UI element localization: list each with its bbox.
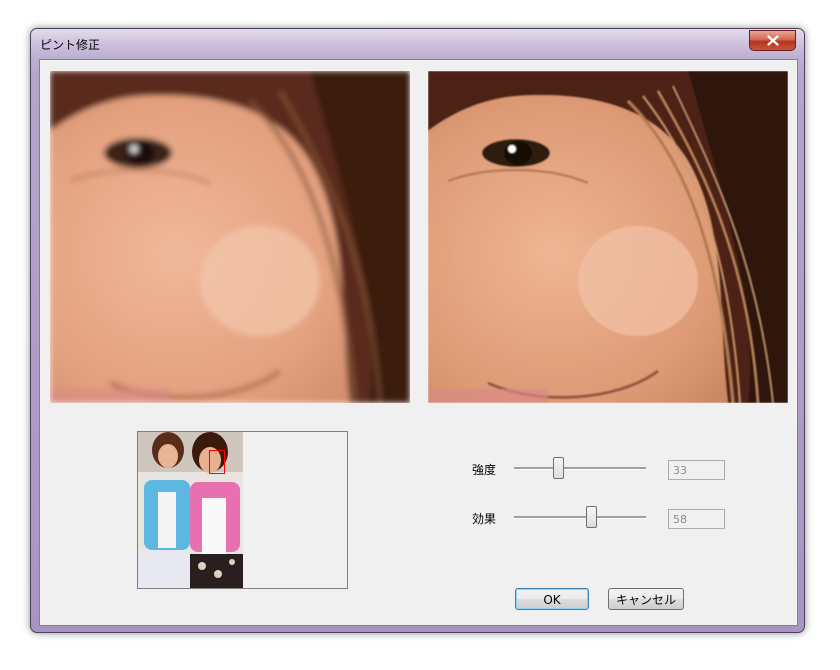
effect-slider-thumb[interactable]: [585, 506, 597, 528]
strength-slider-thumb[interactable]: [552, 457, 564, 479]
title-bar[interactable]: ピント修正: [31, 29, 804, 59]
effect-slider[interactable]: [514, 506, 646, 530]
close-button[interactable]: [749, 30, 796, 51]
dialog-window: ピント修正 強度 33 効果 58 OK キャンセル: [30, 28, 805, 633]
effect-value-field[interactable]: 58: [668, 509, 725, 529]
strength-slider-track: [514, 467, 646, 470]
strength-slider[interactable]: [514, 457, 646, 481]
effect-label: 効果: [472, 512, 497, 526]
cancel-button[interactable]: キャンセル: [608, 588, 684, 610]
close-icon: [766, 35, 779, 46]
effect-slider-track: [514, 516, 646, 519]
preview-after-image: [428, 71, 788, 403]
window-title: ピント修正: [40, 38, 101, 52]
focus-area-marker[interactable]: [209, 450, 225, 474]
thumbnail-image: [138, 432, 243, 588]
preview-before-image: [50, 71, 410, 403]
strength-label: 強度: [472, 463, 497, 477]
thumbnail-navigator[interactable]: [137, 431, 348, 589]
strength-value-field[interactable]: 33: [668, 460, 725, 480]
ok-button[interactable]: OK: [515, 588, 589, 610]
dialog-client-area: 強度 33 効果 58 OK キャンセル: [39, 59, 798, 626]
